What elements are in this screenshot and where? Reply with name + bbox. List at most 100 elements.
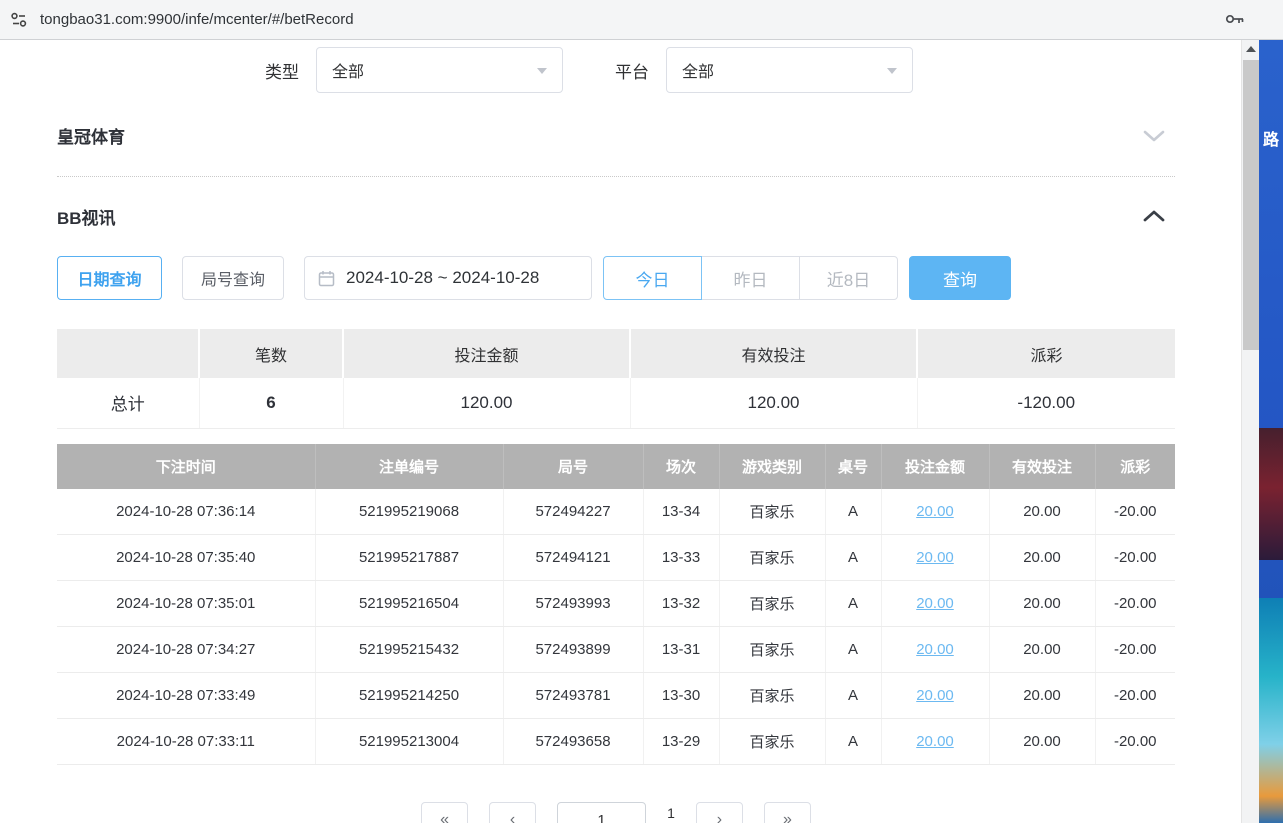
summary-count-value: 6 — [199, 378, 343, 428]
table-row: 2024-10-28 07:34:27 521995215432 5724938… — [57, 627, 1175, 673]
cell-time: 2024-10-28 07:35:01 — [57, 581, 315, 627]
cell-game: 百家乐 — [719, 627, 825, 673]
col-game-type: 游戏类别 — [719, 444, 825, 489]
vertical-scrollbar[interactable] — [1241, 40, 1259, 823]
summary-header-blank — [57, 329, 199, 378]
bet-amount-link[interactable]: 20.00 — [916, 549, 954, 566]
calendar-icon — [318, 270, 335, 287]
cell-table: A — [825, 719, 881, 765]
cell-table: A — [825, 581, 881, 627]
date-range-input[interactable]: 2024-10-28 ~ 2024-10-28 — [304, 256, 592, 300]
col-payout: 派彩 — [1095, 444, 1175, 489]
cell-game: 百家乐 — [719, 489, 825, 535]
summary-header-row: 笔数 投注金额 有效投注 派彩 — [57, 329, 1175, 378]
query-bar: 日期查询 局号查询 2024-10-28 ~ 2024-10-28 今日 昨日 … — [57, 256, 1175, 300]
summary-table: 笔数 投注金额 有效投注 派彩 总计 6 120.00 120.00 -120.… — [57, 329, 1175, 429]
cell-order: 521995219068 — [315, 489, 503, 535]
chevron-down-icon — [537, 68, 547, 74]
cell-valid: 20.00 — [989, 627, 1095, 673]
section-crown-sports[interactable]: 皇冠体育 — [57, 120, 1175, 150]
summary-bet-amount-value: 120.00 — [343, 378, 630, 428]
platform-filter-value: 全部 — [682, 58, 714, 82]
cell-session: 13-34 — [643, 489, 719, 535]
cell-session: 13-29 — [643, 719, 719, 765]
col-round-no: 局号 — [503, 444, 643, 489]
page-total-label: 1 — [667, 802, 675, 821]
platform-filter-select[interactable]: 全部 — [666, 47, 913, 93]
last-page-button[interactable]: » — [764, 802, 811, 823]
cell-valid: 20.00 — [989, 535, 1095, 581]
summary-header-bet-amount: 投注金额 — [343, 329, 630, 378]
cell-order: 521995215432 — [315, 627, 503, 673]
records-header-row: 下注时间 注单编号 局号 场次 游戏类别 桌号 投注金额 有效投注 派彩 — [57, 444, 1175, 489]
site-info-icon[interactable] — [10, 11, 28, 29]
chevron-down-icon — [887, 68, 897, 74]
summary-header-payout: 派彩 — [917, 329, 1175, 378]
password-key-icon[interactable] — [1225, 11, 1245, 27]
cell-valid: 20.00 — [989, 581, 1095, 627]
quick-date-button-group: 今日 昨日 近8日 — [603, 256, 898, 300]
cell-order: 521995216504 — [315, 581, 503, 627]
page-input[interactable] — [557, 802, 646, 823]
cell-order: 521995214250 — [315, 673, 503, 719]
cell-payout: -20.00 — [1095, 535, 1175, 581]
cell-game: 百家乐 — [719, 673, 825, 719]
cell-order: 521995217887 — [315, 535, 503, 581]
section-crown-sports-title: 皇冠体育 — [57, 123, 125, 148]
cell-round: 572493993 — [503, 581, 643, 627]
section-bb-video[interactable]: BB视讯 — [57, 201, 1175, 231]
cell-time: 2024-10-28 07:35:40 — [57, 535, 315, 581]
today-button[interactable]: 今日 — [603, 256, 702, 300]
yesterday-button[interactable]: 昨日 — [701, 256, 800, 300]
cell-time: 2024-10-28 07:34:27 — [57, 627, 315, 673]
type-filter-select[interactable]: 全部 — [316, 47, 563, 93]
table-row: 2024-10-28 07:35:01 521995216504 5724939… — [57, 581, 1175, 627]
bet-amount-link[interactable]: 20.00 — [916, 595, 954, 612]
scrollbar-thumb[interactable] — [1243, 60, 1259, 350]
browser-address-bar: tongbao31.com:9900/infe/mcenter/#/betRec… — [0, 0, 1283, 40]
cell-session: 13-30 — [643, 673, 719, 719]
section-divider — [57, 176, 1175, 177]
side-ad-fragment — [1259, 598, 1283, 823]
cell-table: A — [825, 673, 881, 719]
cell-payout: -20.00 — [1095, 581, 1175, 627]
date-query-button[interactable]: 日期查询 — [57, 256, 162, 300]
bet-records-table: 下注时间 注单编号 局号 场次 游戏类别 桌号 投注金额 有效投注 派彩 202… — [57, 444, 1175, 766]
col-valid-bet: 有效投注 — [989, 444, 1095, 489]
prev-page-button[interactable]: ‹ — [489, 802, 536, 823]
cell-round: 572494227 — [503, 489, 643, 535]
bet-record-page: 类型 全部 平台 全部 皇冠体育 BB视讯 日期查询 — [0, 40, 1241, 823]
bet-amount-link[interactable]: 20.00 — [916, 641, 954, 658]
cell-round: 572493658 — [503, 719, 643, 765]
right-edge-content-strip: 路 — [1259, 40, 1283, 823]
search-button[interactable]: 查询 — [909, 256, 1011, 300]
platform-filter-label: 平台 — [615, 58, 649, 83]
cell-session: 13-33 — [643, 535, 719, 581]
cell-valid: 20.00 — [989, 719, 1095, 765]
table-row: 2024-10-28 07:35:40 521995217887 5724941… — [57, 535, 1175, 581]
cell-round: 572493899 — [503, 627, 643, 673]
bet-amount-link[interactable]: 20.00 — [916, 733, 954, 750]
next-page-button[interactable]: › — [696, 802, 743, 823]
cell-game: 百家乐 — [719, 581, 825, 627]
cell-table: A — [825, 627, 881, 673]
cell-payout: -20.00 — [1095, 627, 1175, 673]
last-8-days-button[interactable]: 近8日 — [799, 256, 898, 300]
cell-table: A — [825, 489, 881, 535]
bet-amount-link[interactable]: 20.00 — [916, 503, 954, 520]
table-row: 2024-10-28 07:33:49 521995214250 5724937… — [57, 673, 1175, 719]
summary-total-label: 总计 — [57, 378, 199, 428]
scroll-up-arrow-icon[interactable] — [1242, 40, 1260, 58]
round-query-button[interactable]: 局号查询 — [182, 256, 284, 300]
table-row: 2024-10-28 07:36:14 521995219068 5724942… — [57, 489, 1175, 535]
filter-row: 类型 全部 平台 全部 — [265, 47, 1175, 93]
address-bar-url[interactable]: tongbao31.com:9900/infe/mcenter/#/betRec… — [40, 11, 354, 28]
cell-valid: 20.00 — [989, 489, 1095, 535]
cell-round: 572493781 — [503, 673, 643, 719]
col-bet-amount: 投注金额 — [881, 444, 989, 489]
summary-payout-value: -120.00 — [917, 378, 1175, 428]
first-page-button[interactable]: « — [421, 802, 468, 823]
cell-round: 572494121 — [503, 535, 643, 581]
side-strip-text: 路 — [1259, 126, 1283, 150]
bet-amount-link[interactable]: 20.00 — [916, 687, 954, 704]
